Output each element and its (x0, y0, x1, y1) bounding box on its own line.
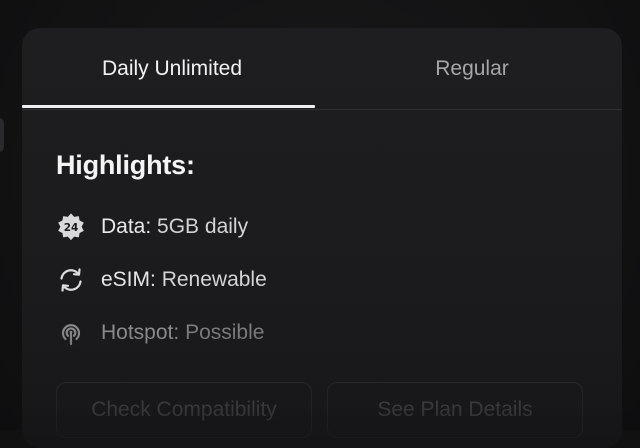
24-badge-icon: 24 (56, 212, 86, 242)
tab-regular[interactable]: Regular (322, 28, 622, 109)
feature-hotspot-key: Hotspot: (101, 321, 180, 344)
background-panel-edge (0, 118, 4, 152)
tab-daily-unlimited[interactable]: Daily Unlimited (22, 28, 322, 109)
feature-hotspot-value: Possible (185, 321, 265, 344)
plan-tabs: Daily Unlimited Regular (22, 28, 622, 110)
feature-data-key: Data: (101, 215, 152, 238)
badge-24-text: 24 (64, 222, 79, 234)
feature-hotspot: Hotspot: Possible (56, 318, 264, 348)
active-tab-indicator (22, 105, 315, 108)
feature-data: 24 Data: 5GB daily (56, 212, 248, 242)
highlights-heading: Highlights: (56, 150, 195, 180)
renew-icon (56, 265, 86, 295)
feature-esim-value: Renewable (161, 268, 267, 291)
feature-esim-key: eSIM: (101, 268, 156, 291)
hotspot-icon (56, 318, 86, 348)
feature-data-value: 5GB daily (157, 215, 249, 238)
plan-card: Daily Unlimited Regular Highlights: 24 D… (22, 28, 622, 448)
feature-esim: eSIM: Renewable (56, 265, 267, 295)
